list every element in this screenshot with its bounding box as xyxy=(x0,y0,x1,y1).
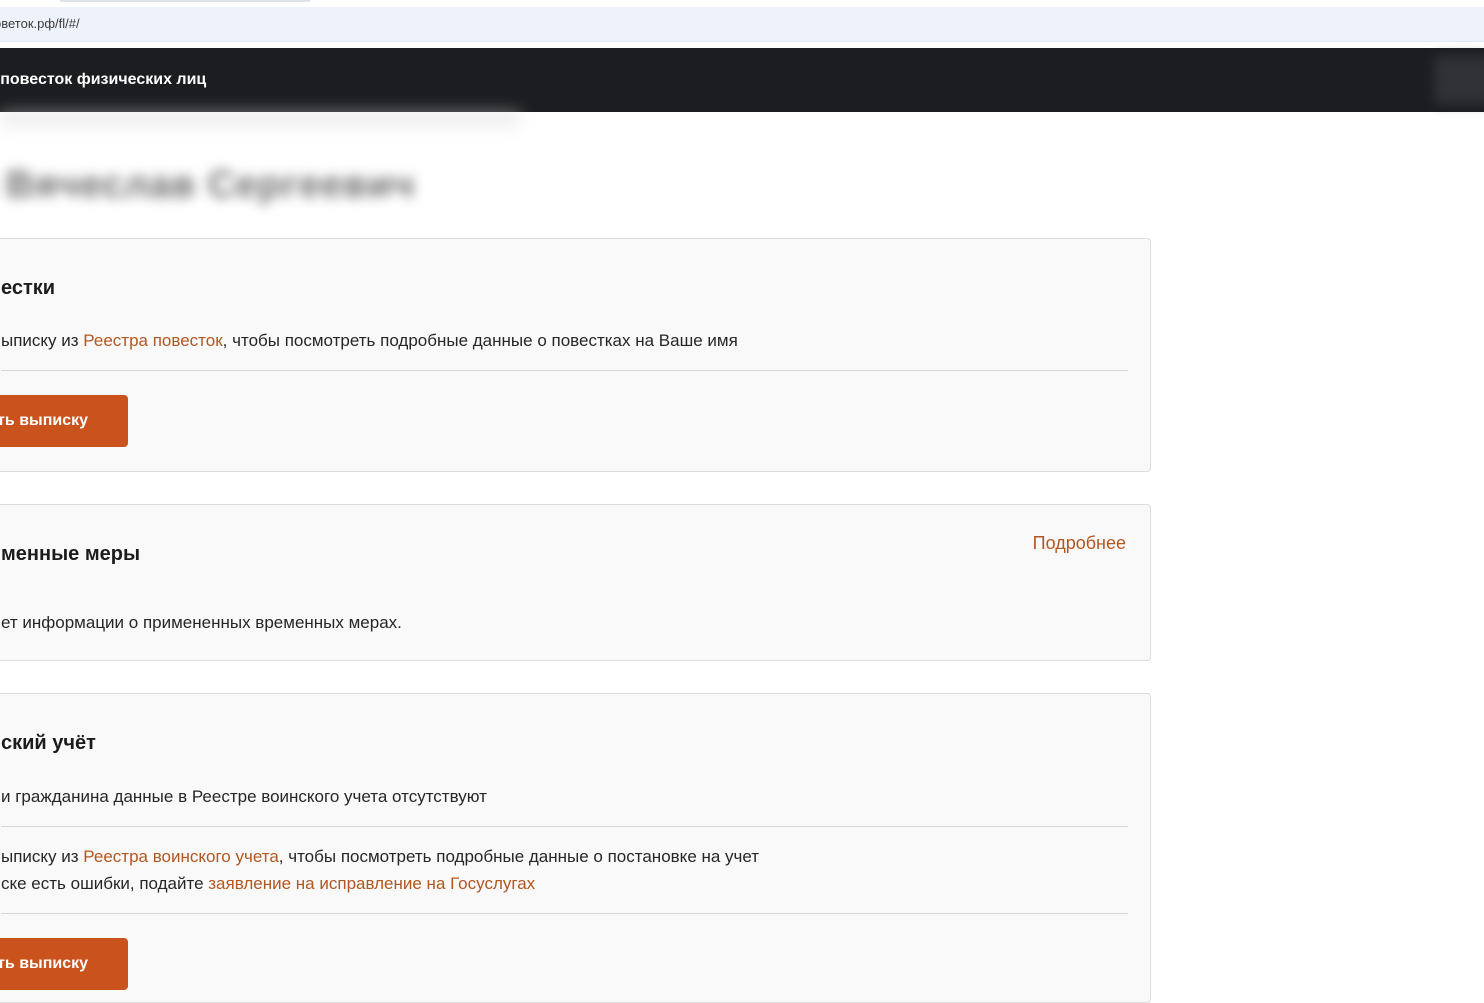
site-title[interactable]: о повесток физических лиц xyxy=(0,71,206,89)
gosuslugi-correction-link[interactable]: заявление на исправление на Госуслугах xyxy=(208,874,535,893)
military-extract-text: ыписку из Реестра воинского учета, чтобы… xyxy=(1,847,759,867)
user-menu-avatar[interactable] xyxy=(1434,56,1484,104)
measures-card-text: ет информации о примененных временных ме… xyxy=(1,613,402,632)
divider xyxy=(1,826,1128,827)
military-status-text: и гражданина данные в Реестре воинского … xyxy=(1,787,487,806)
military-card: ский учёт и гражданина данные в Реестре … xyxy=(0,693,1151,1003)
summons-card-title: естки xyxy=(1,277,56,299)
divider xyxy=(1,913,1128,914)
military-card-title: ский учёт xyxy=(1,732,96,754)
url-text[interactable]: оветок.рф/fl/#/ xyxy=(0,16,80,31)
page-title-username: в Вячеслав Сергеевич xyxy=(0,164,416,206)
military-registry-link[interactable]: Реестра воинского учета xyxy=(83,847,278,866)
military-correction-prefix: ске есть ошибки, подайте xyxy=(1,874,209,893)
tab-indicator xyxy=(60,0,310,2)
military-correction-text: ске есть ошибки, подайте заявление на ис… xyxy=(1,874,535,894)
measures-more-link[interactable]: Подробнее xyxy=(1033,533,1126,554)
site-header: о повесток физических лиц xyxy=(0,48,1484,112)
browser-tabstrip xyxy=(0,0,1484,7)
summons-card-text: ыписку из Реестра повесток, чтобы посмот… xyxy=(1,331,738,351)
get-military-extract-button[interactable]: ть выписку xyxy=(0,938,128,990)
header-shadow xyxy=(0,112,520,126)
summons-registry-link[interactable]: Реестра повесток xyxy=(83,331,222,350)
summons-text-prefix: ыписку из xyxy=(1,331,84,350)
military-text-suffix: , чтобы посмотреть подробные данные о по… xyxy=(278,847,760,866)
divider xyxy=(1,370,1128,371)
get-summons-extract-button[interactable]: ть выписку xyxy=(0,395,128,447)
summons-card: естки ыписку из Реестра повесток, чтобы … xyxy=(0,238,1151,472)
address-bar[interactable]: оветок.рф/fl/#/ xyxy=(0,7,1484,42)
summons-text-suffix: , чтобы посмотреть подробные данные о по… xyxy=(222,331,738,350)
measures-card-title: менные меры xyxy=(1,543,141,565)
measures-card: менные меры Подробнее ет информации о пр… xyxy=(0,504,1151,661)
military-text-prefix: ыписку из xyxy=(1,847,84,866)
